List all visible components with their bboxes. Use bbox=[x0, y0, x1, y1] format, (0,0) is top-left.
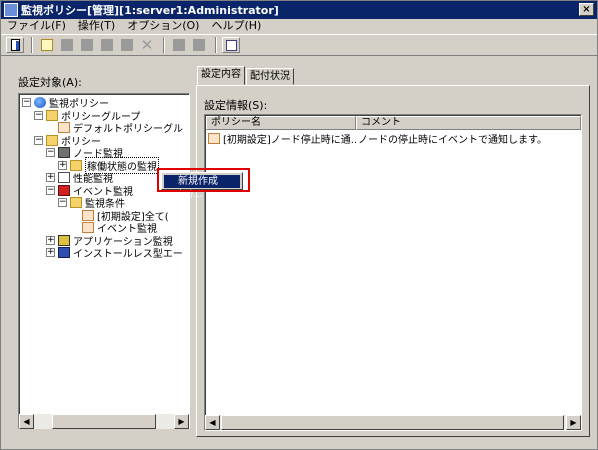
toolbar-separator bbox=[215, 37, 217, 53]
edit-button[interactable] bbox=[78, 37, 96, 53]
export-button[interactable] bbox=[190, 37, 208, 53]
globe-icon bbox=[34, 97, 46, 108]
import-button[interactable] bbox=[170, 37, 188, 53]
delete-icon: ✕ bbox=[140, 36, 154, 54]
column-header-policy-name[interactable]: ポリシー名 bbox=[206, 116, 356, 130]
duplicate-button[interactable] bbox=[118, 37, 136, 53]
tab-settings[interactable]: 設定内容 bbox=[197, 66, 245, 85]
toolbar-separator bbox=[163, 37, 165, 53]
list-horizontal-scrollbar[interactable]: ◀ ▶ bbox=[205, 415, 581, 430]
tree-node[interactable]: + インストールレス型エー bbox=[46, 246, 183, 260]
filter-icon bbox=[225, 39, 237, 51]
import-icon bbox=[173, 39, 185, 51]
tree-expander-icon[interactable]: + bbox=[58, 160, 67, 170]
duplicate-icon bbox=[121, 39, 133, 51]
menu-options[interactable]: オプション(O) bbox=[121, 19, 205, 33]
scroll-left-icon[interactable]: ◀ bbox=[19, 414, 34, 429]
new-button[interactable] bbox=[38, 37, 56, 53]
close-button[interactable]: × bbox=[579, 3, 594, 16]
export-icon bbox=[193, 39, 205, 51]
app-icon bbox=[58, 234, 70, 246]
folder-icon bbox=[46, 134, 58, 146]
tree-expander-icon[interactable]: − bbox=[46, 148, 55, 157]
tree-node-label: インストールレス型エー bbox=[73, 249, 183, 260]
tab-distribution[interactable]: 配付状況 bbox=[246, 68, 294, 85]
tree-expander-icon[interactable]: − bbox=[46, 185, 55, 195]
policy-comment-cell: ノードの停止時にイベントで通知します。 bbox=[358, 135, 547, 146]
menu-operation[interactable]: 操作(T) bbox=[72, 19, 121, 33]
settings-info-label: 設定情報(S): bbox=[204, 99, 268, 112]
folder-icon bbox=[70, 197, 82, 208]
copy-icon bbox=[61, 39, 73, 51]
settings-target-label: 設定対象(A): bbox=[18, 76, 82, 89]
edit-icon bbox=[81, 39, 93, 51]
policy-list[interactable]: ポリシー名 コメント [初期設定]ノード停止時に通... ノードの停止時にイベン… bbox=[204, 114, 582, 431]
filter-button[interactable] bbox=[222, 37, 240, 53]
app-icon bbox=[4, 3, 18, 17]
list-item[interactable]: [初期設定]ノード停止時に通... ノードの停止時にイベントで通知します。 bbox=[208, 132, 547, 146]
title-bar[interactable]: 監視ポリシー[管理][1:server1:Administrator] × bbox=[1, 1, 597, 19]
scroll-right-icon[interactable]: ▶ bbox=[174, 414, 189, 429]
menu-bar: ファイル(F) 操作(T) オプション(O) ヘルプ(H) bbox=[1, 19, 597, 33]
node-icon bbox=[58, 147, 70, 158]
menu-help[interactable]: ヘルプ(H) bbox=[205, 19, 267, 33]
scroll-right-icon[interactable]: ▶ bbox=[566, 415, 581, 430]
tree-expander-icon[interactable]: − bbox=[58, 198, 67, 207]
column-header-comment[interactable]: コメント bbox=[356, 116, 581, 130]
policy-doc-icon bbox=[208, 133, 220, 144]
chart-icon bbox=[58, 172, 70, 183]
tree-expander-icon[interactable]: + bbox=[46, 248, 55, 257]
main-window: 監視ポリシー[管理][1:server1:Administrator] × ファ… bbox=[0, 0, 598, 450]
paste-button[interactable] bbox=[98, 37, 116, 53]
list-header: ポリシー名 コメント bbox=[206, 116, 581, 130]
toolbar: ✕ bbox=[1, 34, 597, 56]
install-icon bbox=[58, 247, 70, 258]
folder-icon bbox=[70, 159, 82, 171]
open-console-button[interactable] bbox=[6, 37, 24, 53]
paste-icon bbox=[101, 39, 113, 51]
policy-tree[interactable]: − 監視ポリシー − ポリシーグループ デフォルトポリシーグル − ポリシー − ノード監視 + 稼… bbox=[18, 93, 190, 429]
policy-name-cell: [初期設定]ノード停止時に通... bbox=[223, 135, 356, 146]
tab-bar: 設定内容 配付状況 bbox=[197, 66, 295, 85]
doc-icon bbox=[58, 122, 70, 133]
folder-icon bbox=[46, 109, 58, 121]
highlight-frame bbox=[157, 168, 250, 192]
open-console-icon bbox=[10, 39, 20, 51]
event-icon bbox=[58, 184, 70, 196]
menu-file[interactable]: ファイル(F) bbox=[1, 19, 72, 33]
tree-horizontal-scrollbar[interactable]: ◀ ▶ bbox=[19, 414, 189, 429]
toolbar-separator bbox=[31, 37, 33, 53]
copy-button[interactable] bbox=[58, 37, 76, 53]
tree-expander-icon[interactable]: − bbox=[34, 135, 43, 145]
tree-expander-icon[interactable]: − bbox=[34, 110, 43, 120]
window-title: 監視ポリシー[管理][1:server1:Administrator] bbox=[21, 4, 279, 17]
scroll-thumb[interactable] bbox=[221, 415, 564, 430]
delete-button[interactable]: ✕ bbox=[138, 36, 156, 54]
doc-icon bbox=[82, 209, 94, 221]
tree-expander-icon[interactable]: + bbox=[46, 235, 55, 245]
tree-expander-icon[interactable]: + bbox=[46, 173, 55, 182]
new-icon bbox=[41, 39, 53, 51]
scroll-thumb[interactable] bbox=[52, 414, 156, 429]
tree-expander-icon[interactable]: − bbox=[22, 98, 31, 107]
scroll-left-icon[interactable]: ◀ bbox=[205, 415, 220, 430]
doc-icon bbox=[82, 222, 94, 233]
